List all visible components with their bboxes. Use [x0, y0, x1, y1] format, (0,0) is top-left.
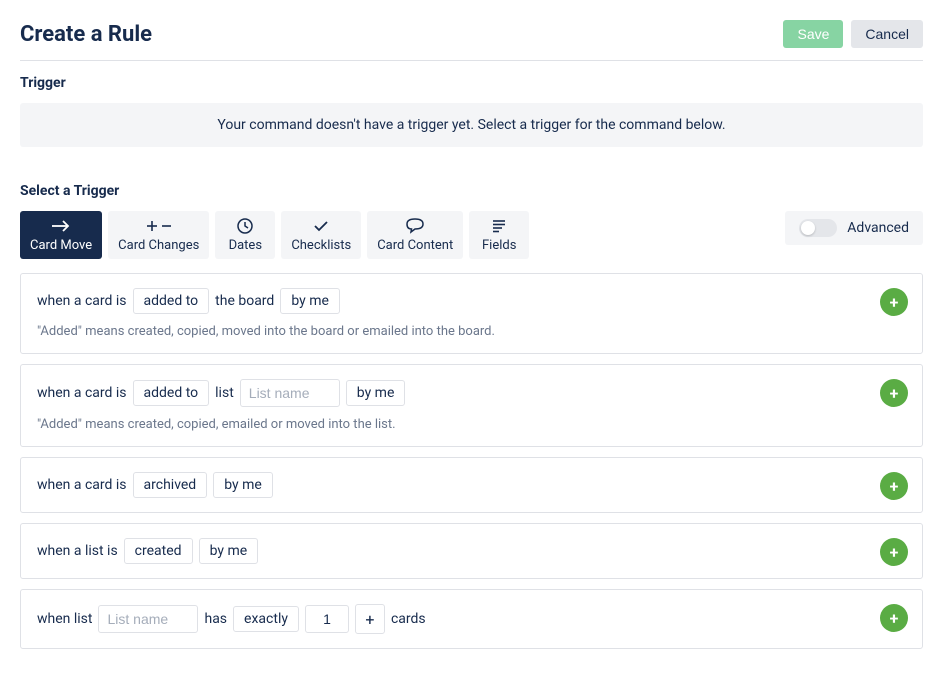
tab-card-content[interactable]: Card Content — [367, 211, 463, 259]
tab-card-changes[interactable]: Card Changes — [108, 211, 209, 259]
chip-created[interactable]: created — [124, 538, 193, 564]
advanced-toggle-box: Advanced — [785, 211, 923, 245]
trigger-text: cards — [391, 611, 426, 627]
trigger-label: Trigger — [20, 75, 923, 91]
tab-label: Dates — [229, 238, 262, 253]
plus-icon: + — [365, 610, 374, 629]
chip-archived[interactable]: archived — [133, 472, 208, 498]
chip-added-to[interactable]: added to — [133, 288, 210, 314]
add-trigger-button[interactable]: + — [880, 604, 908, 632]
trigger-hint: "Added" means created, copied, moved int… — [37, 324, 906, 339]
chip-exactly[interactable]: exactly — [233, 606, 299, 632]
list-name-input[interactable] — [98, 605, 198, 633]
chip-by-me[interactable]: by me — [346, 380, 406, 406]
trigger-option: when list has exactly + cards + — [20, 589, 923, 649]
trigger-tabs: Card Move Card Changes Dates Checklists … — [20, 211, 529, 259]
tab-label: Card Changes — [118, 238, 199, 253]
trigger-text: list — [215, 385, 234, 401]
toggle-knob — [801, 221, 815, 235]
page-title: Create a Rule — [20, 22, 152, 47]
trigger-text: when a card is — [37, 477, 127, 493]
save-button[interactable]: Save — [783, 20, 843, 48]
add-trigger-button[interactable]: + — [880, 288, 908, 316]
advanced-toggle[interactable] — [799, 219, 837, 237]
chip-added-to[interactable]: added to — [133, 380, 210, 406]
plus-icon: + — [890, 293, 899, 312]
trigger-option: when a list is created by me + — [20, 523, 923, 579]
tab-card-move[interactable]: Card Move — [20, 211, 102, 259]
trigger-text: when a card is — [37, 293, 127, 309]
trigger-text: the board — [215, 293, 274, 309]
cancel-button[interactable]: Cancel — [851, 20, 923, 48]
list-name-input[interactable] — [240, 379, 340, 407]
advanced-label: Advanced — [847, 220, 909, 236]
plus-icon: + — [890, 609, 899, 628]
trigger-option: when a card is added to the board by me … — [20, 273, 923, 354]
chip-by-me[interactable]: by me — [280, 288, 340, 314]
plus-icon: + — [890, 384, 899, 403]
trigger-text: when a list is — [37, 543, 118, 559]
check-icon — [313, 217, 329, 235]
tab-dates[interactable]: Dates — [215, 211, 275, 259]
tab-checklists[interactable]: Checklists — [281, 211, 361, 259]
trigger-section: Trigger Your command doesn't have a trig… — [20, 75, 923, 147]
tab-label: Card Content — [377, 238, 453, 253]
count-input[interactable] — [305, 605, 349, 633]
trigger-text: when list — [37, 611, 92, 627]
tab-fields[interactable]: Fields — [469, 211, 529, 259]
trigger-option: when a card is archived by me + — [20, 457, 923, 513]
speech-bubble-icon — [406, 217, 424, 235]
tab-label: Fields — [482, 238, 516, 253]
trigger-empty-message: Your command doesn't have a trigger yet.… — [20, 103, 923, 147]
chip-by-me[interactable]: by me — [213, 472, 273, 498]
trigger-hint: "Added" means created, copied, emailed o… — [37, 417, 906, 432]
trigger-text: has — [204, 611, 227, 627]
arrow-right-icon — [51, 217, 71, 235]
add-trigger-button[interactable]: + — [880, 472, 908, 500]
plus-minus-icon — [145, 217, 173, 235]
tab-label: Card Move — [30, 238, 92, 253]
plus-icon: + — [890, 477, 899, 496]
add-trigger-button[interactable]: + — [880, 538, 908, 566]
trigger-option: when a card is added to list by me "Adde… — [20, 364, 923, 447]
lines-icon — [491, 217, 507, 235]
select-trigger-label: Select a Trigger — [20, 183, 923, 199]
trigger-text: when a card is — [37, 385, 127, 401]
plus-icon: + — [890, 543, 899, 562]
clock-icon — [237, 217, 253, 235]
increment-button[interactable]: + — [355, 604, 385, 634]
tab-label: Checklists — [291, 238, 351, 253]
add-trigger-button[interactable]: + — [880, 379, 908, 407]
chip-by-me[interactable]: by me — [199, 538, 259, 564]
